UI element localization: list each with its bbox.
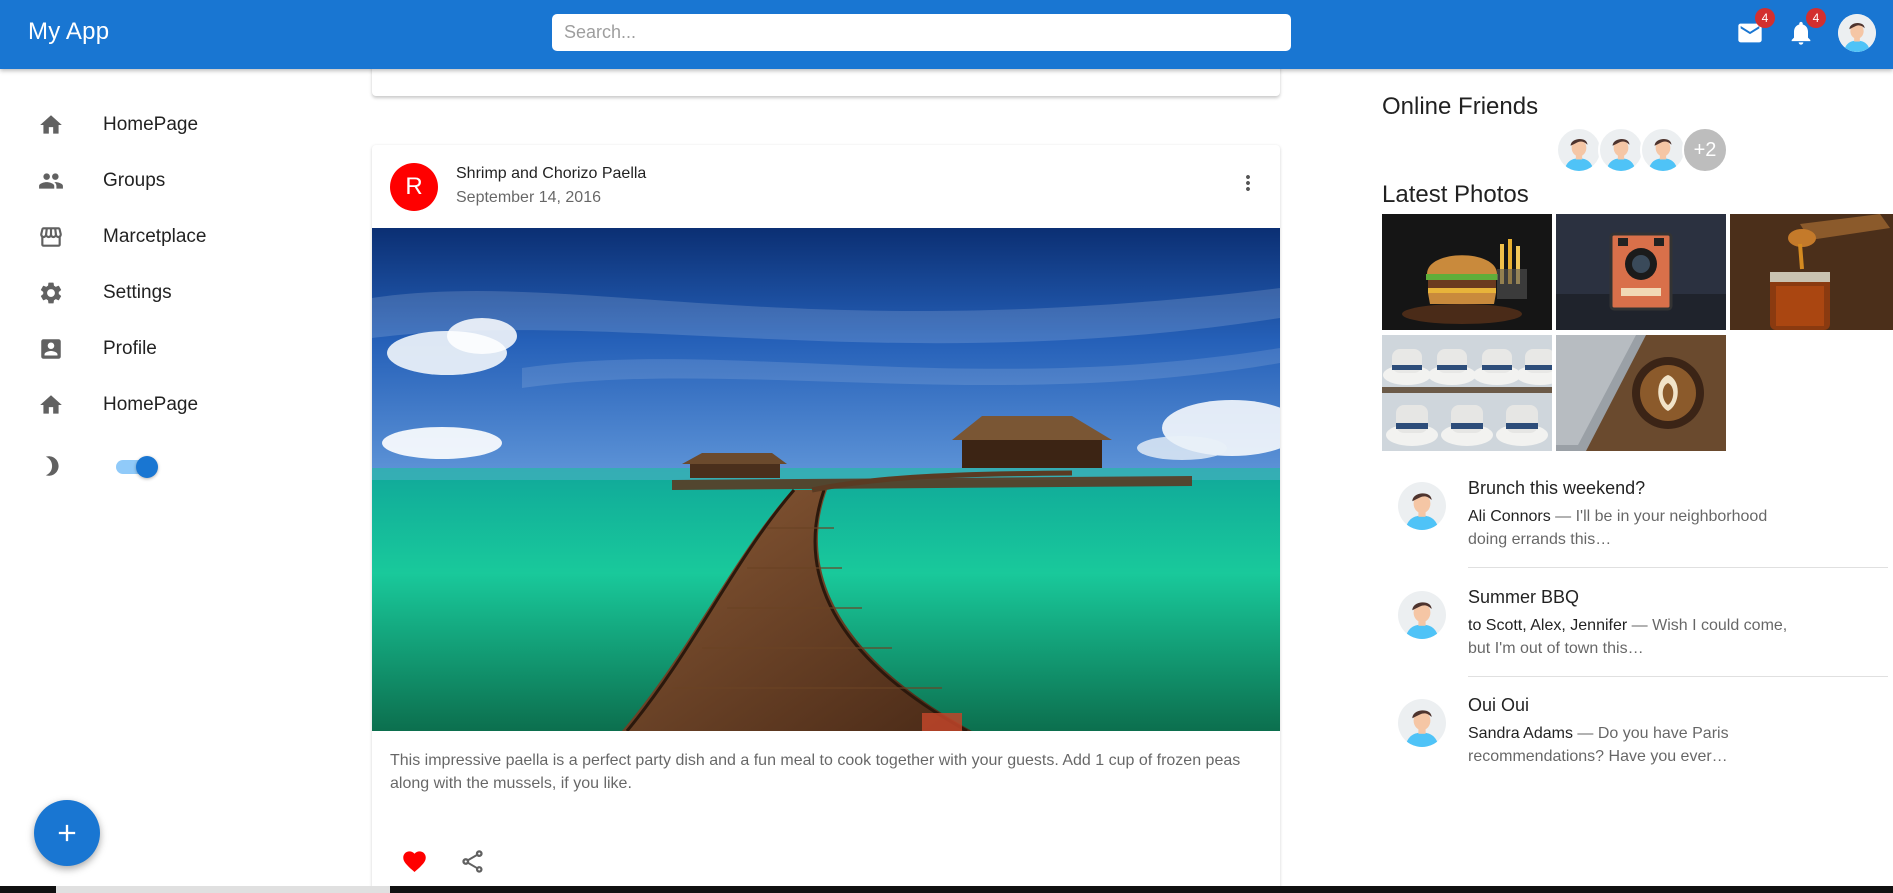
- add-icon: [58, 824, 76, 842]
- online-friend-avatar[interactable]: [1598, 127, 1644, 173]
- mail-button[interactable]: 4: [1733, 8, 1775, 50]
- message-title: Oui Oui: [1468, 695, 1530, 715]
- avatar-face-icon: [1606, 138, 1636, 171]
- search-input[interactable]: [552, 14, 1291, 51]
- dark-mode-toggle[interactable]: [116, 455, 160, 478]
- message-title: Brunch this weekend?: [1468, 478, 1646, 498]
- avatar-face-icon: [1405, 602, 1439, 639]
- sidebar-item-label: Settings: [103, 282, 172, 303]
- share-icon: [461, 849, 483, 873]
- app-page: My App 4 4 HomePage Groups: [0, 0, 1893, 893]
- more-options-button[interactable]: [1234, 169, 1262, 197]
- app-title: My App: [28, 18, 110, 45]
- message-divider: [1468, 676, 1888, 677]
- bottom-strip-segment: [56, 886, 390, 893]
- burger-photo[interactable]: [1382, 214, 1552, 330]
- tropical-pier-image: [372, 228, 1280, 731]
- add-button[interactable]: [34, 800, 100, 866]
- message-preview: Ali Connors — I'll be in your neighborho…: [1468, 505, 1808, 551]
- more-friends-badge[interactable]: +2: [1682, 127, 1728, 173]
- notifications-badge: 4: [1806, 8, 1826, 28]
- message-divider: [1468, 567, 1888, 568]
- moon-icon: [45, 456, 59, 476]
- message-sender: Ali Connors: [1468, 508, 1551, 525]
- honey-jar-photo[interactable]: [1730, 214, 1893, 330]
- more-vert-icon: [1246, 175, 1250, 191]
- message-sender: Sandra Adams: [1468, 725, 1573, 742]
- sidebar: HomePage Groups Marcetplace Settings Pro…: [0, 69, 340, 893]
- like-button[interactable]: [396, 843, 432, 879]
- home-icon: [37, 391, 65, 419]
- message-preview: Sandra Adams — Do you have Paris recomme…: [1468, 722, 1808, 768]
- post-image: [372, 228, 1280, 731]
- sidebar-item-groups[interactable]: Groups: [0, 153, 330, 209]
- groups-icon: [37, 167, 65, 195]
- online-friend-avatar[interactable]: [1640, 127, 1686, 173]
- sidebar-item-homepage-2[interactable]: HomePage: [0, 377, 330, 433]
- message-preview: to Scott, Alex, Jennifer — Wish I could …: [1468, 614, 1808, 660]
- message-sender: to Scott, Alex, Jennifer: [1468, 617, 1628, 634]
- post-title: Shrimp and Chorizo Paella: [456, 165, 647, 182]
- avatar-face-icon: [1405, 710, 1439, 747]
- post-body: This impressive paella is a perfect part…: [390, 752, 1241, 792]
- home-icon: [37, 111, 65, 139]
- app-bar: My App 4 4: [0, 0, 1893, 69]
- online-friends-title: Online Friends: [1382, 93, 1539, 120]
- sidebar-item-label: Profile: [103, 338, 157, 359]
- vintage-camera-photo[interactable]: [1556, 214, 1726, 330]
- settings-icon: [37, 279, 65, 307]
- latte-photo[interactable]: [1556, 335, 1726, 451]
- storefront-icon: [37, 223, 65, 251]
- bottom-strip: [0, 886, 1893, 893]
- right-bar: Online Friends +2 Latest Photos Brunch t…: [1382, 69, 1893, 893]
- hats-photo[interactable]: [1382, 335, 1552, 451]
- message-title: Summer BBQ: [1468, 587, 1580, 607]
- sidebar-item-label: Groups: [103, 170, 166, 191]
- avatar-face-icon: [1838, 14, 1876, 52]
- sidebar-item-profile[interactable]: Profile: [0, 321, 330, 377]
- post-card: R Shrimp and Chorizo Paella September 14…: [372, 145, 1280, 893]
- sidebar-item-label: Marcetplace: [103, 226, 207, 247]
- sidebar-item-homepage[interactable]: HomePage: [0, 97, 330, 153]
- account-box-icon: [37, 335, 65, 363]
- avatar-face-icon: [1405, 493, 1439, 530]
- sidebar-item-settings[interactable]: Settings: [0, 265, 330, 321]
- post-date: September 14, 2016: [456, 189, 601, 206]
- sidebar-item-label: HomePage: [103, 394, 199, 415]
- avatar-face-icon: [1564, 138, 1594, 171]
- message-avatar: [1398, 591, 1446, 639]
- sidebar-item-label: HomePage: [103, 114, 199, 135]
- latest-photos-title: Latest Photos: [1382, 181, 1529, 208]
- online-friend-avatar[interactable]: [1556, 127, 1602, 173]
- user-avatar[interactable]: [1838, 14, 1876, 52]
- mail-badge: 4: [1755, 8, 1775, 28]
- message-avatar: [1398, 482, 1446, 530]
- post-avatar: R: [390, 163, 438, 211]
- theme-row: [0, 441, 330, 491]
- sidebar-item-marketplace[interactable]: Marcetplace: [0, 209, 330, 265]
- heart-icon: [402, 850, 426, 872]
- avatar-face-icon: [1648, 138, 1678, 171]
- toggle-thumb: [136, 456, 158, 478]
- share-button[interactable]: [454, 843, 490, 879]
- notifications-button[interactable]: 4: [1784, 8, 1826, 50]
- message-avatar: [1398, 699, 1446, 747]
